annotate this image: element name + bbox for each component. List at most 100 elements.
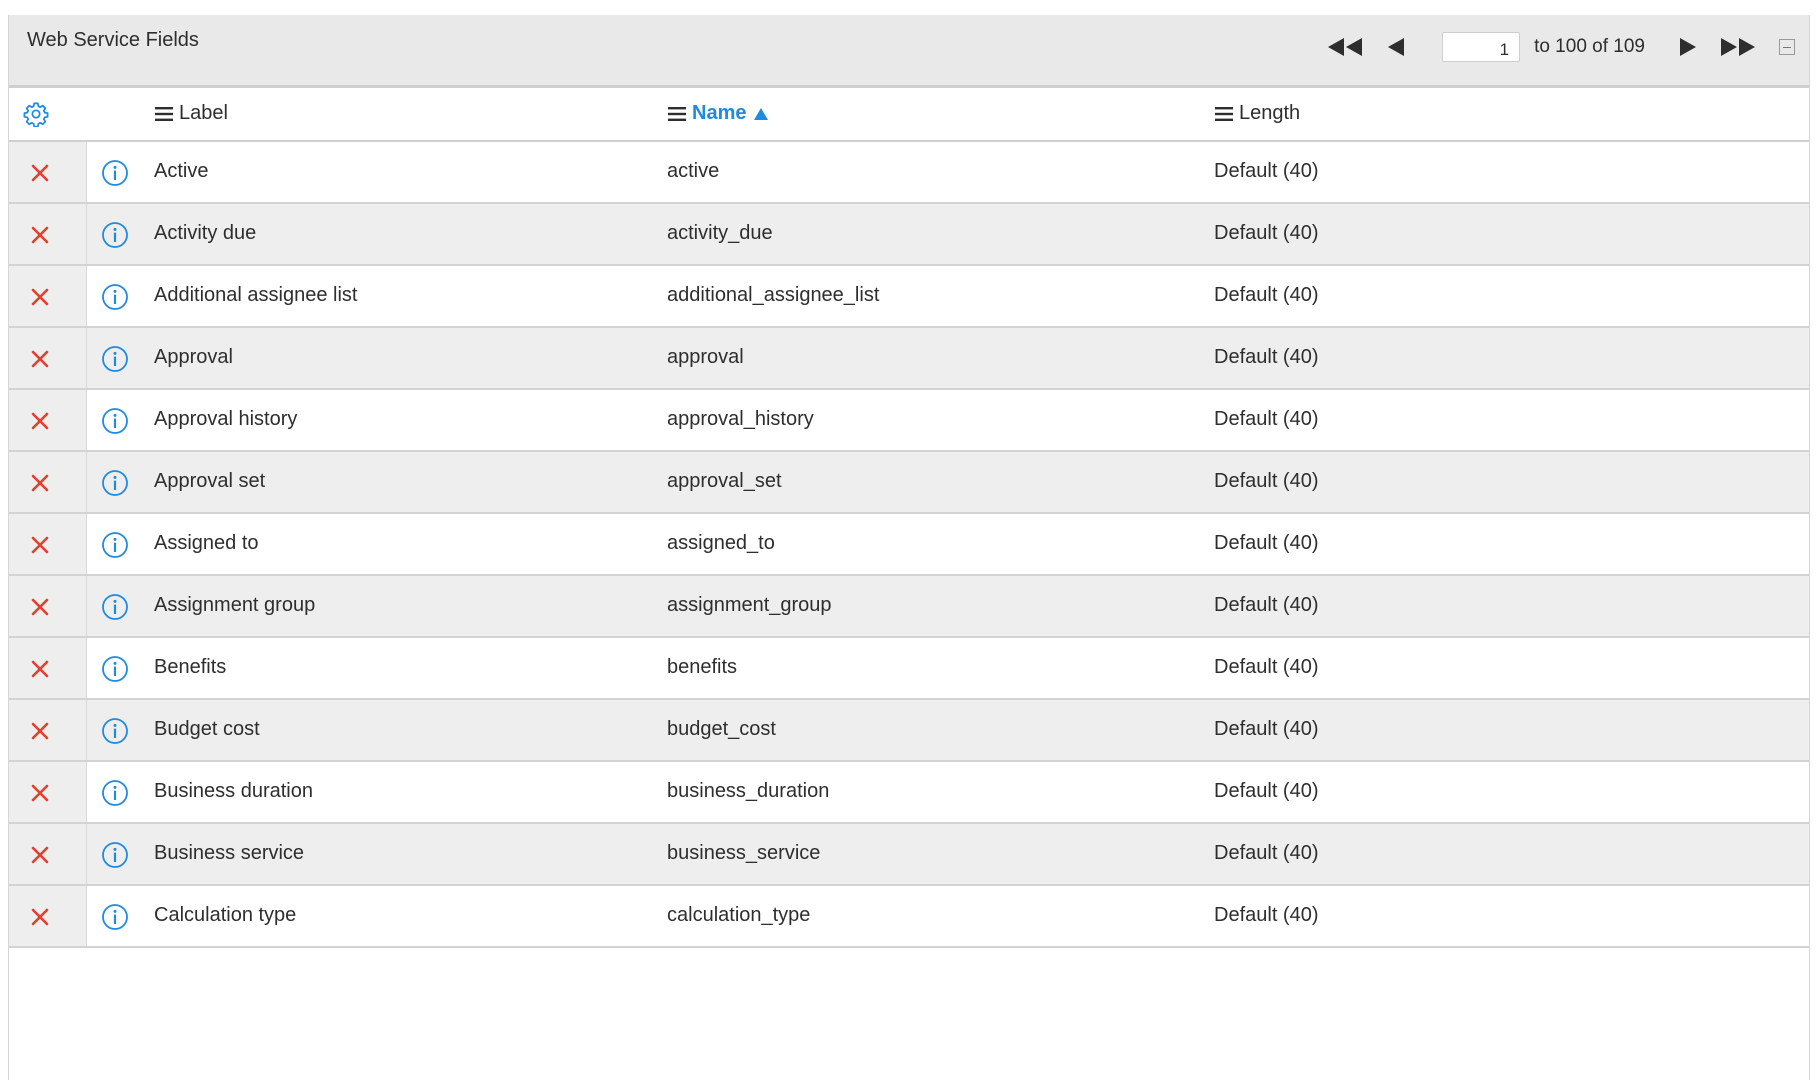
row-content <box>87 452 1809 512</box>
cell-length: Default (40) <box>1214 904 1319 926</box>
row-action-cell <box>9 452 87 512</box>
table-row: Activity due activity_due Default (40) <box>9 204 1809 266</box>
delete-x-icon[interactable] <box>30 535 50 555</box>
row-action-cell <box>9 886 87 946</box>
pagination-controls: to 100 of 109 <box>1322 29 1795 65</box>
table-row: Approval approval Default (40) <box>9 328 1809 390</box>
info-icon[interactable] <box>101 903 129 931</box>
row-content <box>87 142 1809 202</box>
cell-length: Default (40) <box>1214 532 1319 554</box>
info-icon[interactable] <box>101 159 129 187</box>
hamburger-menu-icon[interactable] <box>1215 106 1233 122</box>
cell-label[interactable]: Approval history <box>154 408 297 431</box>
row-action-cell <box>9 142 87 202</box>
first-page-button[interactable] <box>1322 37 1368 57</box>
gear-icon[interactable] <box>23 101 49 127</box>
cell-length: Default (40) <box>1214 160 1319 182</box>
info-icon[interactable] <box>101 345 129 373</box>
cell-label[interactable]: Calculation type <box>154 904 296 927</box>
cell-name: assignment_group <box>667 594 832 616</box>
column-header-label[interactable]: Label <box>155 102 228 125</box>
cell-name: business_duration <box>667 780 830 802</box>
row-action-cell <box>9 638 87 698</box>
cell-label[interactable]: Business service <box>154 842 304 865</box>
info-icon[interactable] <box>101 531 129 559</box>
delete-x-icon[interactable] <box>30 783 50 803</box>
row-content <box>87 390 1809 450</box>
cell-label[interactable]: Benefits <box>154 656 226 679</box>
row-action-cell <box>9 204 87 264</box>
cell-name: approval <box>667 346 744 368</box>
info-icon[interactable] <box>101 655 129 683</box>
cell-label[interactable]: Active <box>154 160 208 183</box>
delete-x-icon[interactable] <box>30 659 50 679</box>
column-header-name[interactable]: Name <box>668 102 769 125</box>
cell-name: approval_set <box>667 470 782 492</box>
cell-name: calculation_type <box>667 904 811 926</box>
next-page-button[interactable] <box>1677 37 1699 57</box>
delete-x-icon[interactable] <box>30 907 50 927</box>
delete-x-icon[interactable] <box>30 225 50 245</box>
cell-label[interactable]: Budget cost <box>154 718 260 741</box>
table-row: Approval history approval_history Defaul… <box>9 390 1809 452</box>
info-icon[interactable] <box>101 469 129 497</box>
table-row: Additional assignee list additional_assi… <box>9 266 1809 328</box>
delete-x-icon[interactable] <box>30 287 50 307</box>
info-icon[interactable] <box>101 407 129 435</box>
table-row: Business duration business_duration Defa… <box>9 762 1809 824</box>
row-content <box>87 824 1809 884</box>
cell-label[interactable]: Additional assignee list <box>154 284 357 307</box>
cell-name: budget_cost <box>667 718 776 740</box>
row-content <box>87 514 1809 574</box>
delete-x-icon[interactable] <box>30 411 50 431</box>
cell-label[interactable]: Assignment group <box>154 594 315 617</box>
panel-title-bar: Web Service Fields to 100 of 109 <box>9 15 1809 88</box>
table-row: Business service business_service Defaul… <box>9 824 1809 886</box>
info-icon[interactable] <box>101 779 129 807</box>
row-action-cell <box>9 700 87 760</box>
cell-length: Default (40) <box>1214 718 1319 740</box>
cell-label[interactable]: Activity due <box>154 222 256 245</box>
column-header-name-text: Name <box>692 102 747 124</box>
delete-x-icon[interactable] <box>30 349 50 369</box>
info-icon[interactable] <box>101 221 129 249</box>
cell-label[interactable]: Assigned to <box>154 532 259 555</box>
row-content <box>87 204 1809 264</box>
previous-page-button[interactable] <box>1384 37 1408 57</box>
cell-label[interactable]: Business duration <box>154 780 313 803</box>
info-icon[interactable] <box>101 841 129 869</box>
table-row: Assigned to assigned_to Default (40) <box>9 514 1809 576</box>
cell-length: Default (40) <box>1214 222 1319 244</box>
delete-x-icon[interactable] <box>30 163 50 183</box>
next-page-icon <box>1680 38 1696 56</box>
delete-x-icon[interactable] <box>30 721 50 741</box>
cell-length: Default (40) <box>1214 408 1319 430</box>
cell-name: approval_history <box>667 408 814 430</box>
info-icon[interactable] <box>101 717 129 745</box>
table-body: Active active Default (40) Activity due … <box>9 142 1809 948</box>
last-page-button[interactable] <box>1717 37 1759 57</box>
row-content <box>87 638 1809 698</box>
row-action-cell <box>9 514 87 574</box>
info-icon[interactable] <box>101 593 129 621</box>
cell-label[interactable]: Approval <box>154 346 233 369</box>
info-icon[interactable] <box>101 283 129 311</box>
cell-name: benefits <box>667 656 738 678</box>
delete-x-icon[interactable] <box>30 473 50 493</box>
sort-ascending-icon[interactable] <box>754 107 769 120</box>
row-action-cell <box>9 762 87 822</box>
hamburger-menu-icon[interactable] <box>155 106 173 122</box>
delete-x-icon[interactable] <box>30 845 50 865</box>
cell-length: Default (40) <box>1214 346 1319 368</box>
cell-length: Default (40) <box>1214 842 1319 864</box>
table-row: Active active Default (40) <box>9 142 1809 204</box>
cell-name: business_service <box>667 842 821 864</box>
column-header-length[interactable]: Length <box>1215 102 1300 125</box>
cell-label[interactable]: Approval set <box>154 470 265 493</box>
page-range-text: to 100 of 109 <box>1534 36 1645 57</box>
delete-x-icon[interactable] <box>30 597 50 617</box>
collapse-icon <box>1783 46 1791 48</box>
collapse-button[interactable] <box>1779 39 1795 55</box>
hamburger-menu-icon[interactable] <box>668 106 686 122</box>
page-number-input[interactable] <box>1442 32 1521 62</box>
